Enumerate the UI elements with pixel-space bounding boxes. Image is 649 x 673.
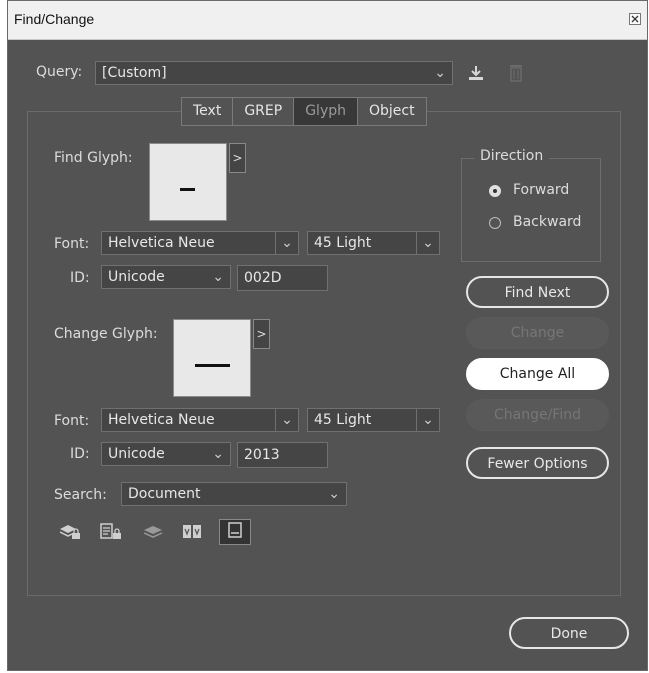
hyphen-glyph: [180, 188, 195, 191]
find-font-family-dropdown[interactable]: Helvetica Neue ⌄: [101, 231, 299, 255]
find-font-style-dropdown[interactable]: 45 Light ⌄: [307, 231, 440, 255]
find-id-label: ID:: [70, 270, 90, 286]
direction-legend: Direction: [474, 148, 550, 164]
find-font-family-value: Helvetica Neue: [108, 235, 215, 251]
mode-tabs: Text GREP Glyph Object: [181, 97, 427, 126]
tab-glyph[interactable]: Glyph: [294, 98, 358, 125]
fewer-options-button[interactable]: Fewer Options: [466, 447, 609, 479]
find-id-type-dropdown[interactable]: Unicode ⌄: [101, 265, 231, 289]
find-glyph-preview: [149, 143, 227, 221]
chevron-down-icon[interactable]: ⌄: [416, 408, 440, 432]
backward-label: Backward: [513, 214, 582, 230]
change-all-button[interactable]: Change All: [466, 358, 609, 390]
change-id-type-dropdown[interactable]: Unicode ⌄: [101, 442, 231, 466]
direction-backward-option[interactable]: Backward: [487, 214, 597, 234]
find-next-button[interactable]: Find Next: [466, 276, 609, 308]
query-dropdown[interactable]: [Custom] ⌄: [95, 61, 453, 85]
hidden-layers-icon[interactable]: [140, 521, 166, 543]
direction-group: [461, 158, 601, 262]
chevron-down-icon[interactable]: ⌄: [416, 231, 440, 255]
chevron-down-icon: ⌄: [212, 269, 224, 285]
chevron-down-icon: ⌄: [328, 486, 340, 502]
find-id-type-value: Unicode: [108, 269, 165, 285]
chevron-down-icon[interactable]: ⌄: [275, 408, 299, 432]
chevron-down-icon[interactable]: ⌄: [275, 231, 299, 255]
master-pages-icon[interactable]: [179, 521, 205, 543]
find-id-field[interactable]: 002D: [237, 265, 328, 291]
change-font-label: Font:: [54, 413, 90, 429]
change-button[interactable]: Change: [466, 317, 609, 349]
find-font-style-value: 45 Light: [314, 235, 372, 251]
change-id-label: ID:: [70, 446, 90, 462]
find-font-label: Font:: [54, 236, 90, 252]
locked-stories-icon[interactable]: [98, 521, 124, 543]
tab-grep[interactable]: GREP: [233, 98, 295, 125]
change-id-type-value: Unicode: [108, 446, 165, 462]
change-glyph-label: Change Glyph:: [54, 326, 158, 342]
chevron-right-icon: >: [232, 151, 243, 165]
done-button[interactable]: Done: [509, 617, 629, 649]
search-label: Search:: [54, 487, 107, 503]
change-glyph-picker-button[interactable]: >: [253, 319, 270, 349]
save-query-icon[interactable]: [465, 63, 487, 85]
tab-text[interactable]: Text: [182, 98, 234, 125]
chevron-down-icon: ⌄: [434, 65, 446, 81]
change-font-style-value: 45 Light: [314, 412, 372, 428]
chevron-down-icon: ⌄: [212, 446, 224, 462]
search-scope-value: Document: [128, 486, 201, 502]
forward-label: Forward: [513, 182, 570, 198]
title-bar: Find/Change: [8, 1, 647, 40]
change-font-style-dropdown[interactable]: 45 Light ⌄: [307, 408, 440, 432]
en-dash-glyph: [195, 364, 230, 367]
query-value: [Custom]: [102, 65, 167, 81]
change-font-family-dropdown[interactable]: Helvetica Neue ⌄: [101, 408, 299, 432]
find-glyph-picker-button[interactable]: >: [229, 143, 246, 173]
footnotes-icon[interactable]: [219, 519, 251, 545]
query-label: Query:: [36, 64, 83, 80]
search-scope-dropdown[interactable]: Document ⌄: [121, 482, 347, 506]
change-glyph-preview: [173, 319, 251, 397]
trash-icon: [506, 63, 526, 85]
forward-radio[interactable]: [489, 185, 501, 197]
backward-radio[interactable]: [489, 217, 501, 229]
change-id-field[interactable]: 2013: [237, 442, 328, 468]
close-icon[interactable]: [629, 13, 641, 25]
tab-object[interactable]: Object: [358, 98, 426, 125]
window-title: Find/Change: [14, 11, 95, 27]
chevron-right-icon: >: [256, 327, 267, 341]
change-font-family-value: Helvetica Neue: [108, 412, 215, 428]
locked-layers-icon[interactable]: [57, 521, 83, 543]
direction-forward-option[interactable]: Forward: [487, 182, 587, 202]
change-find-button[interactable]: Change/Find: [466, 399, 609, 431]
find-glyph-label: Find Glyph:: [54, 150, 133, 166]
